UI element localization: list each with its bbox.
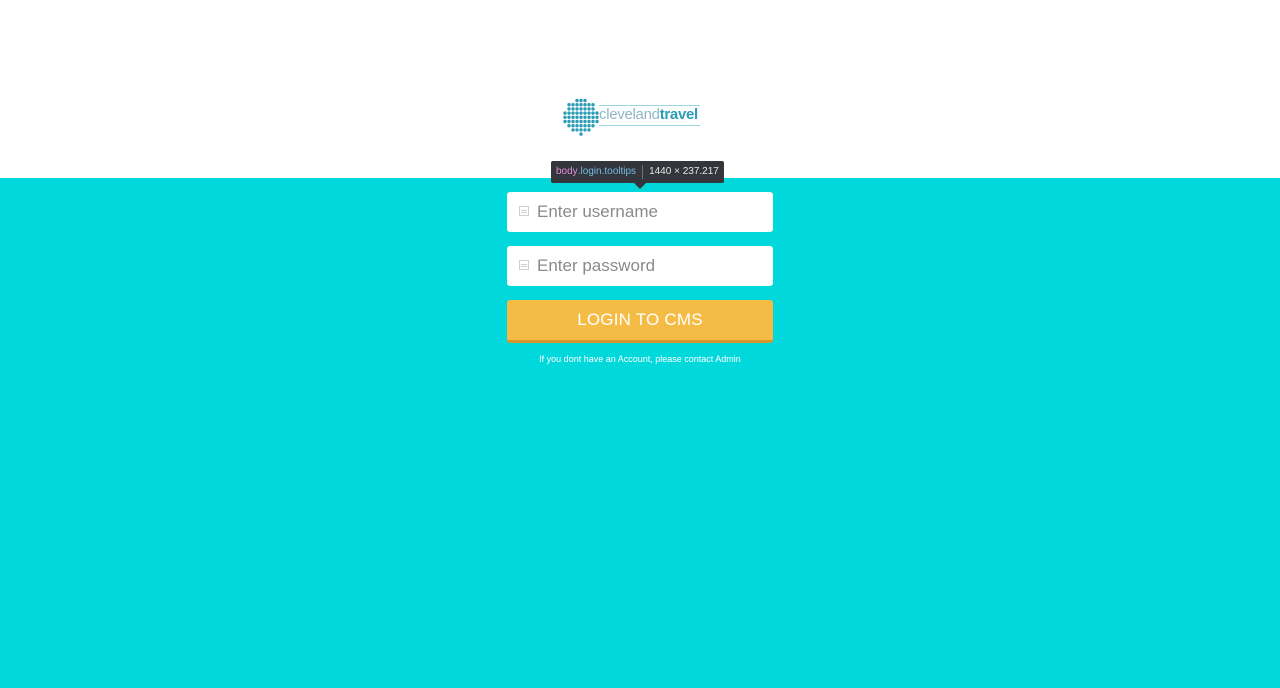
devtools-element-tooltip: body .login.tooltips 1440 × 237.217: [551, 161, 724, 183]
tooltip-separator: [642, 165, 644, 179]
tooltip-arrow: [634, 183, 646, 189]
password-field[interactable]: [507, 246, 773, 286]
cleveland-travel-logo: clevelandtravel: [563, 98, 703, 136]
tooltip-tag: body: [556, 166, 578, 177]
lock-icon: [519, 260, 529, 270]
header-area: [0, 0, 1280, 178]
logo-wordmark: clevelandtravel: [599, 106, 698, 123]
logo-dot-globe: [563, 98, 599, 136]
tooltip-classes: .login.tooltips: [577, 166, 637, 177]
contact-admin-note: If you dont have an Account, please cont…: [539, 354, 741, 364]
logo-bottom-line: [599, 125, 700, 126]
user-icon: [519, 206, 529, 216]
password-input[interactable]: [537, 246, 767, 286]
username-field[interactable]: [507, 192, 773, 232]
login-button[interactable]: LOGIN TO CMS: [507, 300, 773, 343]
username-input[interactable]: [537, 192, 767, 232]
tooltip-dimensions: 1440 × 237.217: [649, 166, 719, 177]
